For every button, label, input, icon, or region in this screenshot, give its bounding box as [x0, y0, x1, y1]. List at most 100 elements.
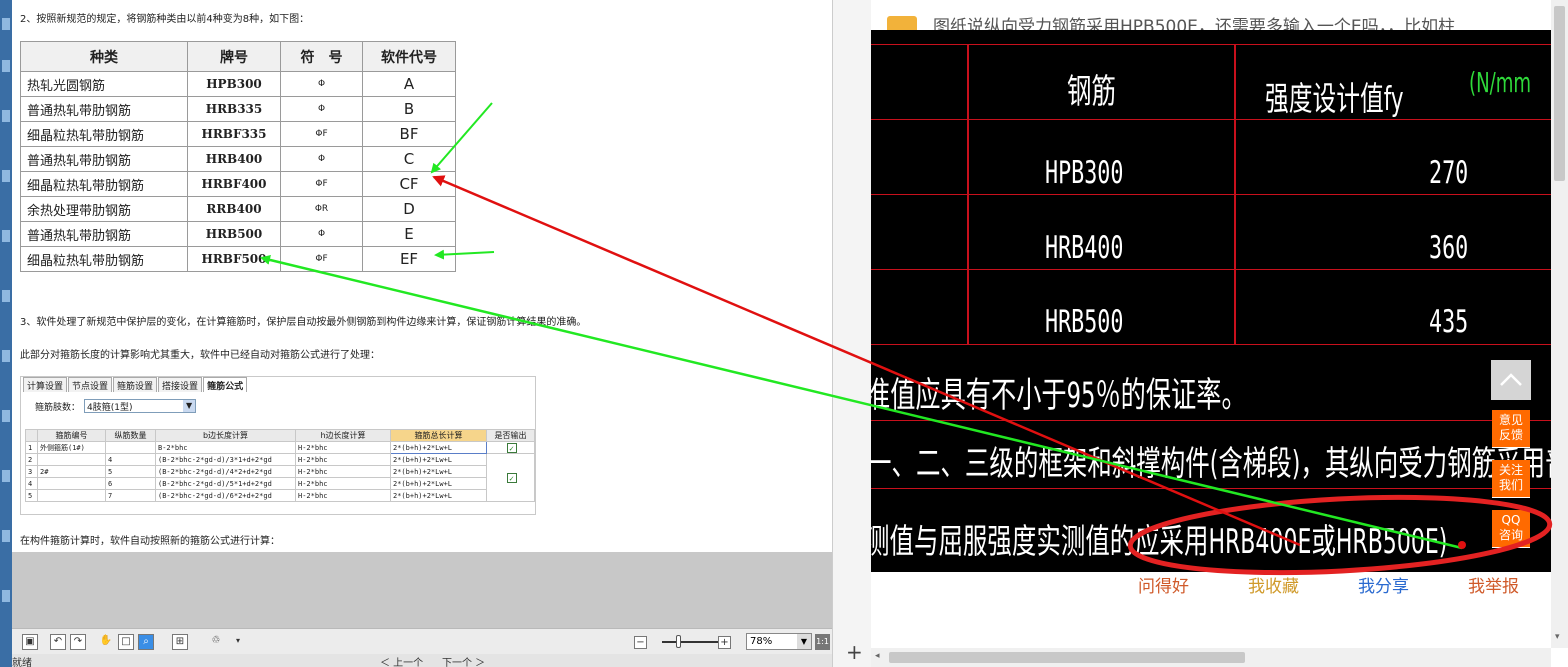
feedback-button[interactable]: 意见 反馈 — [1492, 410, 1530, 448]
table-cell: H-2*bhc — [295, 489, 391, 502]
cad-col-strength: 强度设计值fy — [1265, 79, 1404, 118]
table-cell: 4 — [25, 477, 38, 490]
table-cell: (B-2*bhc-2*gd-d)/5*1+d+2*gd — [155, 477, 296, 490]
grid-line — [871, 194, 1551, 195]
table-cell: ΦF — [280, 246, 363, 272]
table-row: 普通热轧带肋钢筋 HRB500 Φ E — [20, 221, 456, 247]
share-icon[interactable]: ♲ — [208, 634, 224, 650]
prev-link[interactable]: ＜ 上一个 — [380, 654, 423, 667]
table-row: 细晶粒热轧带肋钢筋 HRBF500 ΦF EF — [20, 246, 456, 272]
grid-line — [871, 119, 1551, 120]
table-row: 细晶粒热轧带肋钢筋 HRBF335 ΦF BF — [20, 121, 456, 147]
rotate-right-icon[interactable]: ↷ — [70, 634, 86, 650]
table-cell: 2*(b+h)+2*Lw+L — [390, 453, 487, 466]
table-cell: E — [362, 221, 456, 247]
rotate-left-icon[interactable]: ↶ — [50, 634, 66, 650]
table-cell: RRB400 — [187, 196, 281, 222]
col-header: 符 号 — [280, 41, 363, 72]
table-cell: Φ — [280, 146, 363, 172]
check-icon: ✓ — [506, 472, 517, 483]
follow-label: 我们 — [1498, 478, 1523, 492]
stirrup-formula-table: 箍筋编号 纵筋数量 b边长度计算 h边长度计算 箍筋总长计算 是否输出 1 外侧… — [25, 429, 535, 502]
scrollbar-thumb[interactable] — [1554, 6, 1565, 181]
table-cell: 普通热轧带肋钢筋 — [20, 96, 188, 122]
action-share[interactable]: 我分享 — [1358, 572, 1409, 597]
horizontal-scrollbar[interactable]: ◂ — [871, 648, 1551, 667]
status-bar: 就绪 ＜ 上一个 下一个 ＞ — [12, 654, 832, 667]
document-viewer: 2、按照新规范的规定，将钢筋种类由以前4种变为8种，如下图： 种类 牌号 符 号… — [0, 0, 832, 667]
thumbnail-icon[interactable]: ▣ — [22, 634, 38, 650]
question-title[interactable]: 图纸说纵向受力钢筋采用HPB500E，还需要多输入一个E吗，，比如柱 — [933, 12, 1455, 30]
qq-consult-button[interactable]: QQ 咨询 — [1492, 510, 1530, 548]
cad-grade: HRB500 — [1045, 304, 1124, 340]
cad-value: 435 — [1429, 304, 1469, 340]
qq-label: 咨询 — [1498, 528, 1523, 542]
table-row: 3 2# 5 (B-2*bhc-2*gd-d)/4*2+d+2*gd H-2*b… — [25, 465, 535, 478]
chevron-down-icon: ▼ — [183, 400, 196, 412]
tab-calc-settings: 计算设置 — [23, 377, 68, 392]
zoom-slider-handle[interactable] — [676, 635, 681, 648]
table-cell: 细晶粒热轧带肋钢筋 — [20, 121, 188, 147]
back-to-top-button[interactable] — [1491, 360, 1531, 400]
vertical-scrollbar[interactable]: ▾ — [1551, 0, 1568, 648]
stirrup-legs-value: 4肢箍(1型) — [87, 403, 133, 413]
stirrup-legs-select: 4肢箍(1型) ▼ — [84, 399, 197, 413]
table-cell: 3 — [25, 465, 38, 478]
action-favorite[interactable]: 我收藏 — [1248, 572, 1299, 597]
cad-image: 钢筋 强度设计值fy (N/mm HPB300 270 HRB400 360 H… — [871, 30, 1551, 572]
cad-grade: HPB300 — [1045, 155, 1124, 191]
paragraph-2: 2、按照新规范的规定，将钢筋种类由以前4种变为8种，如下图： — [20, 14, 310, 25]
table-cell: Φ — [280, 96, 363, 122]
chevron-left-icon[interactable]: ◂ — [875, 651, 880, 661]
chevron-up-icon — [1500, 373, 1522, 386]
table-cell: HRB335 — [187, 96, 281, 122]
zoom-out-icon[interactable]: − — [634, 636, 647, 649]
table-cell — [105, 441, 156, 454]
action-good-question[interactable]: 问得好 — [1138, 572, 1189, 597]
zoom-tool-icon[interactable]: ⌕ — [138, 634, 154, 650]
table-cell: HRBF400 — [187, 171, 281, 197]
hand-tool-icon[interactable]: ✋ — [98, 634, 114, 650]
zoom-in-icon[interactable]: + — [718, 636, 731, 649]
zoom-select[interactable]: 78% ▼ — [746, 633, 812, 650]
table-cell: ΦF — [280, 171, 363, 197]
select-tool-icon[interactable]: □ — [118, 634, 134, 650]
col-header: 纵筋数量 — [105, 429, 156, 442]
table-cell: 普通热轧带肋钢筋 — [20, 146, 188, 172]
cad-col-rebar: 钢筋 — [1067, 72, 1116, 112]
table-cell: ΦF — [280, 121, 363, 147]
chevron-down-icon[interactable]: ▾ — [230, 634, 246, 650]
paragraph-4: 此部分对箍筋长度的计算影响尤其重大，软件中已经自动对箍筋公式进行了处理： — [20, 350, 380, 361]
table-cell: 6 — [105, 477, 156, 490]
feedback-label: 意见 — [1498, 413, 1523, 427]
action-report[interactable]: 我举报 — [1468, 572, 1519, 597]
document-page: 2、按照新规范的规定，将钢筋种类由以前4种变为8种，如下图： 种类 牌号 符 号… — [12, 0, 832, 552]
table-cell: 外侧箍筋(1#) — [37, 441, 106, 454]
plus-icon[interactable]: + — [846, 640, 863, 664]
zoom-slider-track[interactable] — [662, 641, 724, 643]
actual-size-button[interactable]: 1:1 — [815, 634, 830, 650]
table-cell: 余热处理带肋钢筋 — [20, 196, 188, 222]
table-cell: HRBF500 — [187, 246, 281, 272]
scrollbar-thumb[interactable] — [889, 652, 1245, 663]
follow-button[interactable]: 关注 我们 — [1492, 460, 1530, 498]
stirrup-legs-label: 箍筋肢数： — [35, 402, 81, 413]
chevron-down-icon[interactable]: ▾ — [1555, 632, 1560, 642]
table-cell — [37, 489, 106, 502]
table-cell: 2*(b+h)+2*Lw+L — [390, 465, 487, 478]
question-header: 图纸说纵向受力钢筋采用HPB500E，还需要多输入一个E吗，，比如柱 — [871, 0, 1551, 30]
table-cell: EF — [362, 246, 456, 272]
table-cell: CF — [362, 171, 456, 197]
table-cell: 5 — [25, 489, 38, 502]
next-link[interactable]: 下一个 ＞ — [442, 654, 485, 667]
table-cell: (B-2*bhc-2*gd-d)/4*2+d+2*gd — [155, 465, 296, 478]
table-cell: A — [362, 71, 456, 97]
fit-page-icon[interactable]: ⊞ — [172, 634, 188, 650]
table-cell: 5 — [105, 465, 156, 478]
table-row: 2 4 (B-2*bhc-2*gd-d)/3*1+d+2*gd H-2*bhc … — [25, 453, 535, 502]
table-cell: Φ — [280, 221, 363, 247]
grid-line — [871, 344, 1551, 345]
grid-line — [871, 420, 1551, 421]
grid-line — [871, 488, 1551, 489]
cad-note-1: 准值应具有不小于95％的保证率。 — [871, 376, 1247, 416]
